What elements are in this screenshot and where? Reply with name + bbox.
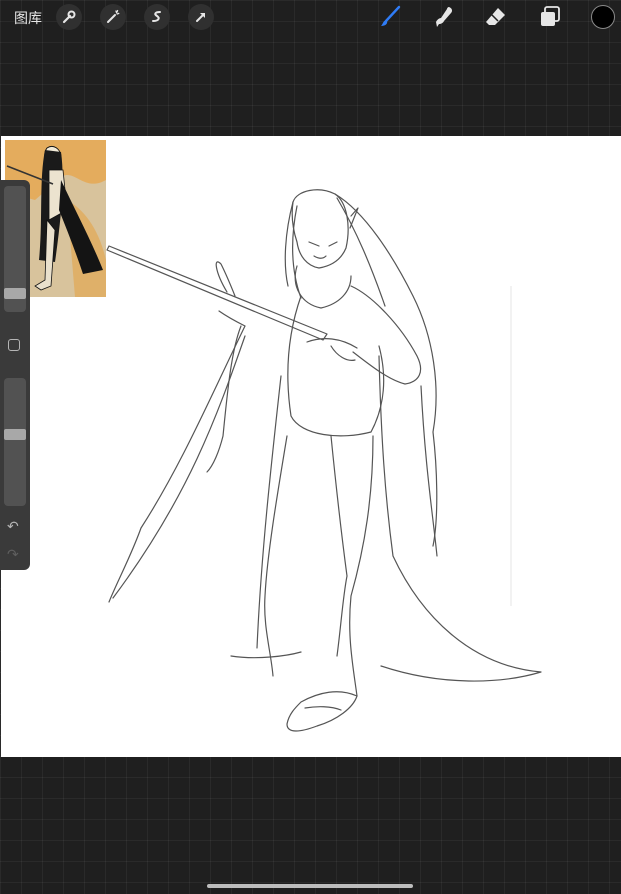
- actions-button[interactable]: [56, 4, 82, 30]
- wrench-icon: [62, 10, 76, 24]
- transform-arrow-icon: [196, 13, 205, 22]
- undo-icon[interactable]: ↶: [7, 518, 19, 535]
- smudge-tool-button[interactable]: [430, 4, 458, 30]
- opacity-slider[interactable]: [4, 378, 26, 506]
- eraser-icon: [486, 8, 505, 25]
- eraser-tool-button[interactable]: [482, 4, 510, 30]
- selection-button[interactable]: [144, 4, 170, 30]
- home-indicator: [207, 884, 413, 888]
- opacity-slider-thumb[interactable]: [4, 429, 26, 440]
- redo-icon[interactable]: ↷: [7, 546, 19, 563]
- layers-button[interactable]: [536, 4, 564, 30]
- left-sidebar: ↶ ↷: [0, 180, 30, 570]
- top-toolbar: 图库: [0, 0, 621, 34]
- color-picker-button[interactable]: [591, 5, 615, 29]
- gallery-button[interactable]: 图库: [14, 8, 42, 28]
- brush-tool-button[interactable]: [376, 4, 404, 30]
- modify-square-icon[interactable]: [8, 339, 20, 351]
- smudge-icon: [436, 7, 453, 27]
- transform-button[interactable]: [188, 4, 214, 30]
- brush-icon: [381, 5, 401, 26]
- adjustments-button[interactable]: [100, 4, 126, 30]
- magic-wand-icon: [107, 9, 120, 23]
- selection-icon: [152, 11, 161, 22]
- brush-size-slider[interactable]: [4, 186, 26, 312]
- layers-icon: [541, 6, 560, 26]
- brush-size-slider-thumb[interactable]: [4, 288, 26, 299]
